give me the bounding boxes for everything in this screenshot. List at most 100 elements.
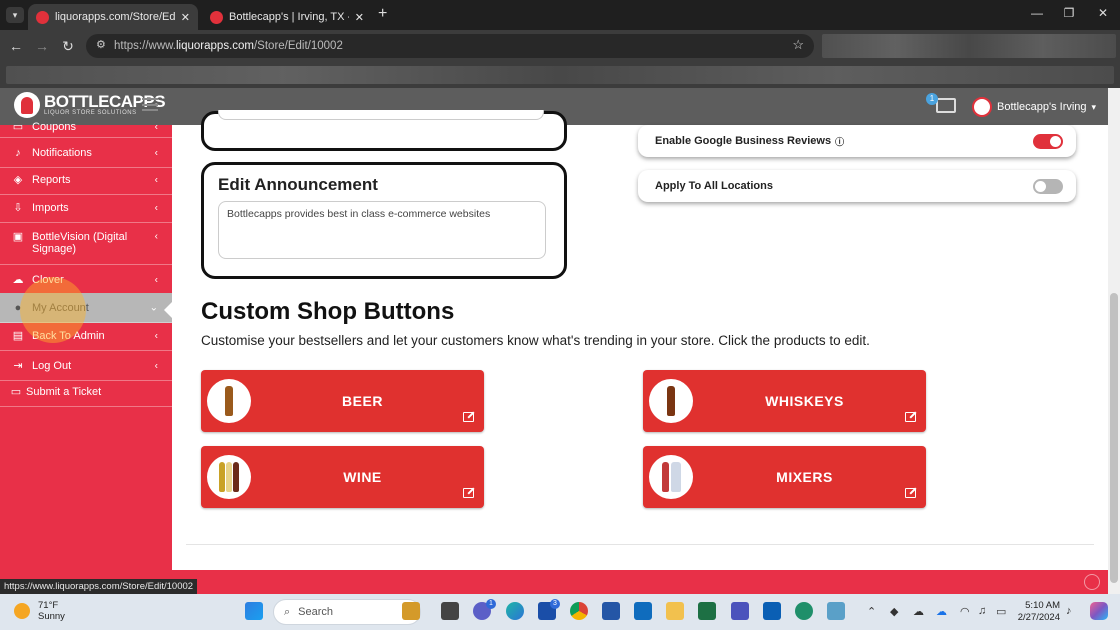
copilot-icon[interactable] [1090, 602, 1108, 620]
weather-widget[interactable]: 71°F Sunny [14, 600, 65, 622]
mixer-bottles-icon [649, 455, 693, 499]
weather-temp: 71°F [38, 600, 59, 611]
restore-icon[interactable]: ❐ [1054, 6, 1084, 20]
coupon-icon: ▭ [12, 121, 24, 133]
wifi-icon[interactable]: ◠ [960, 605, 970, 618]
edit-icon[interactable] [905, 412, 916, 422]
teams-new-icon[interactable] [731, 602, 749, 620]
cloud-icon[interactable]: ☁ [936, 605, 947, 618]
notifications-monitor-icon[interactable] [936, 98, 956, 113]
previous-textarea[interactable] [218, 110, 544, 120]
chevron-left-icon: ‹ [154, 174, 158, 185]
tab-bottlecapps-home[interactable]: Bottlecapp's | Irving, TX - Home ✕ [202, 4, 372, 30]
chevron-down-icon: ▾ [1091, 101, 1097, 112]
scrollbar-thumb[interactable] [1110, 293, 1118, 583]
sidebar-item-coupons[interactable]: ▭ Coupons ‹ [0, 116, 172, 138]
windows-start-icon[interactable] [245, 602, 263, 620]
forward-icon[interactable]: → [32, 38, 52, 54]
a-app-icon[interactable] [795, 602, 813, 620]
custom-shop-title: Custom Shop Buttons [201, 298, 455, 325]
taskbar-search[interactable]: ⌕ Search [273, 599, 421, 625]
chevron-left-icon: ‹ [154, 121, 158, 132]
bell-icon: ♪ [15, 146, 21, 159]
shop-button-wine[interactable]: WINE [201, 446, 484, 508]
sidebar: ▭ Coupons ‹ ♪ Notifications ‹ ◈ Reports … [0, 121, 172, 570]
clock-date: 2/27/2024 [1017, 612, 1060, 623]
chevron-left-icon: ‹ [154, 147, 158, 158]
layers-icon: ◈ [13, 174, 23, 186]
new-tab-button[interactable]: + [378, 5, 387, 23]
bottlecapps-favicon-icon [210, 10, 223, 24]
shop-button-beer[interactable]: BEER [201, 370, 484, 432]
sidebar-item-label: Coupons [32, 120, 77, 133]
sidebar-item-reports[interactable]: ◈ Reports ‹ [0, 165, 172, 195]
hamburger-menu-icon[interactable] [142, 98, 158, 111]
edge-icon[interactable] [506, 602, 524, 620]
sidebar-item-imports[interactable]: ⇩ Imports ‹ [0, 193, 172, 223]
outlook-icon[interactable] [634, 602, 652, 620]
shop-button-label: WHISKEYS [765, 393, 844, 409]
beer-bottle-icon [207, 379, 251, 423]
url-host: liquorapps.com [176, 40, 254, 52]
outlook-new-icon[interactable] [763, 602, 781, 620]
folder-icon[interactable] [666, 602, 684, 620]
divider [186, 544, 1094, 545]
tab-title: Bottlecapp's | Irving, TX - Home [229, 11, 349, 23]
sidebar-item-bottlevision[interactable]: ▣ BottleVision (Digital Signage) ‹ [0, 223, 172, 265]
shield-icon[interactable]: ◆ [890, 605, 898, 618]
sidebar-item-submit-ticket[interactable]: ▭ Submit a Ticket [0, 377, 172, 407]
site-info-icon[interactable]: ⚙ [96, 38, 106, 51]
custom-shop-description: Customise your bestsellers and let your … [201, 333, 870, 348]
tab-liquorapps[interactable]: liquorapps.com/Store/Edit/1000 ✕ [28, 4, 198, 30]
shop-button-mixers[interactable]: MIXERS [643, 446, 926, 508]
bookmarks-bar [0, 62, 1120, 88]
back-icon[interactable]: ← [6, 38, 26, 54]
ticket-icon: ▭ [10, 386, 22, 398]
whiskey-bottle-icon [649, 379, 693, 423]
announcement-textarea[interactable]: Bottlecapps provides best in class e-com… [218, 201, 546, 259]
onedrive-icon[interactable]: ☁ [913, 605, 924, 618]
volume-icon[interactable]: ♫ [978, 605, 986, 617]
file-icon[interactable] [441, 602, 459, 620]
chrome-icon[interactable] [570, 602, 588, 620]
teams-badge: 1 [486, 599, 496, 609]
sidebar-item-label: Reports [32, 173, 71, 186]
chevron-left-icon: ‹ [154, 231, 158, 242]
shop-button-whiskeys[interactable]: WHISKEYS [643, 370, 926, 432]
edit-icon[interactable] [905, 488, 916, 498]
admin-icon: ▤ [12, 330, 24, 342]
sidebar-item-notifications[interactable]: ♪ Notifications ‹ [0, 138, 172, 168]
chevron-up-icon[interactable]: ⌃ [867, 605, 876, 618]
browser-tab-bar: ▾ liquorapps.com/Store/Edit/1000 ✕ Bottl… [0, 0, 1120, 30]
notification-bell-icon[interactable]: ♪ [1066, 605, 1072, 617]
scroll-top-icon[interactable] [1084, 574, 1100, 590]
clock[interactable]: 5:10 AM 2/27/2024 [1016, 600, 1060, 624]
close-tab-icon[interactable]: ✕ [181, 11, 190, 24]
excel-icon[interactable] [698, 602, 716, 620]
bookmark-star-icon[interactable]: ☆ [792, 37, 804, 53]
close-window-icon[interactable]: ✕ [1088, 6, 1118, 20]
reload-icon[interactable]: ↻ [58, 38, 78, 55]
google-reviews-toggle[interactable] [1033, 134, 1063, 149]
url-input[interactable]: ⚙ https://www. liquorapps.com/Store/Edit/… [86, 34, 814, 58]
battery-icon[interactable]: ▭ [996, 605, 1006, 618]
page-scrollbar[interactable] [1108, 88, 1120, 594]
sidebar-item-label: Notifications [32, 146, 92, 159]
main-content: Edit Announcement Bottlecapps provides b… [172, 110, 1108, 570]
briefcase-icon[interactable] [402, 602, 420, 620]
minimize-icon[interactable]: — [1022, 6, 1052, 20]
wine-bottles-icon [207, 455, 251, 499]
close-tab-icon[interactable]: ✕ [355, 11, 364, 24]
user-menu[interactable]: Bottlecapp's Irving ▾ [972, 97, 1096, 117]
cloud-icon: ☁ [12, 274, 24, 286]
window-icon[interactable] [827, 602, 845, 620]
edit-icon[interactable] [463, 488, 474, 498]
tab-list-chevron-icon[interactable]: ▾ [6, 7, 24, 23]
apply-all-locations-toggle[interactable] [1033, 179, 1063, 194]
shop-button-label: BEER [342, 393, 383, 409]
edit-icon[interactable] [463, 412, 474, 422]
shop-button-label: MIXERS [776, 469, 833, 485]
user-name: Bottlecapp's Irving [997, 101, 1087, 113]
sidebar-item-label: Log Out [32, 359, 72, 372]
store-icon[interactable] [602, 602, 620, 620]
